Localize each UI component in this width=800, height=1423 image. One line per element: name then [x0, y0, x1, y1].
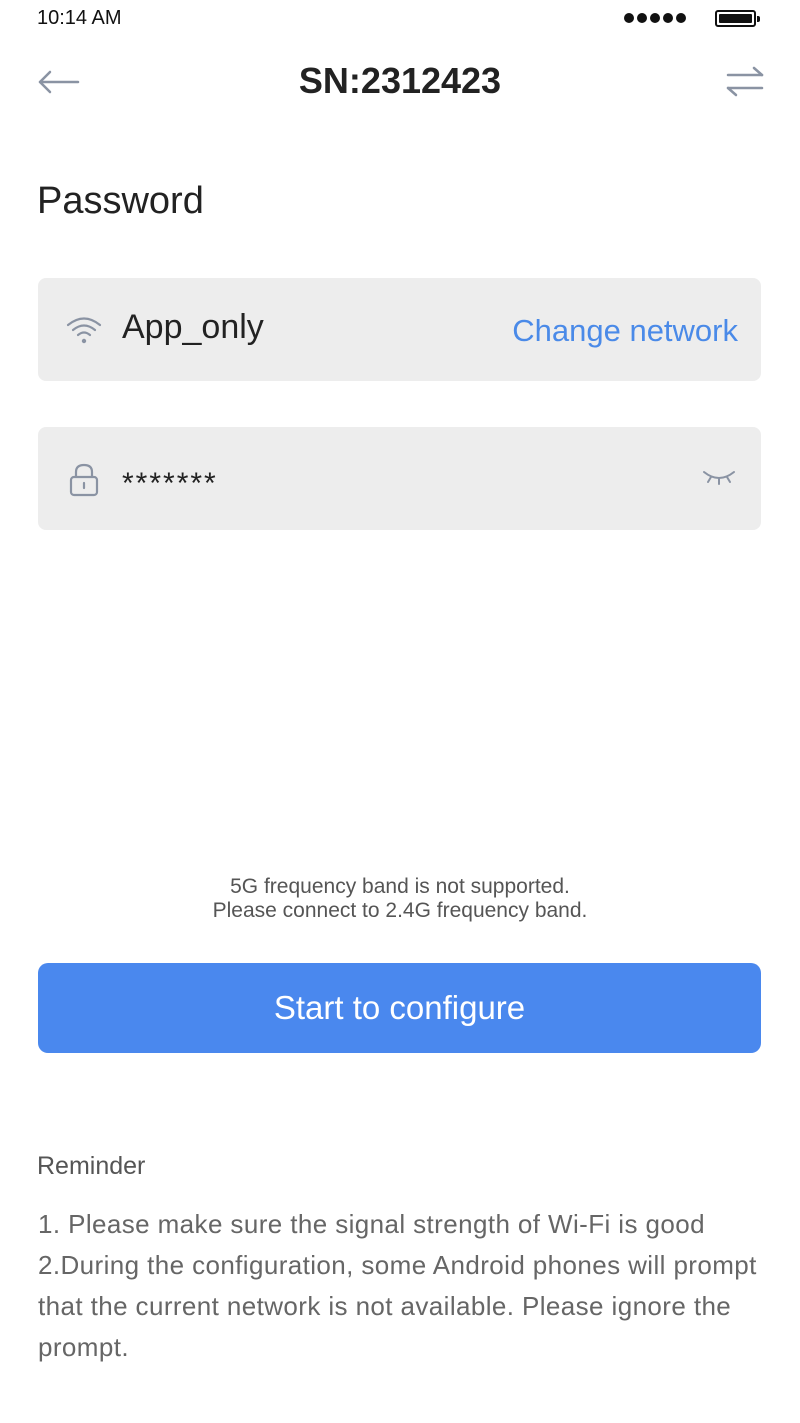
frequency-notice: 5G frequency band is not supported. Plea… — [0, 875, 800, 923]
toggle-password-visibility-button[interactable] — [699, 462, 739, 492]
reminder-line-1: 1. Please make sure the signal strength … — [38, 1209, 705, 1239]
eye-closed-icon — [703, 471, 735, 485]
section-title: Password — [37, 180, 204, 222]
start-configure-button[interactable]: Start to configure — [38, 963, 761, 1053]
status-time: 10:14 AM — [37, 7, 122, 29]
reminder-text: 1. Please make sure the signal strength … — [38, 1204, 768, 1368]
swap-arrows-icon — [726, 66, 764, 97]
status-bar: 10:14 AM — [0, 0, 800, 40]
switch-device-button[interactable] — [720, 60, 770, 104]
nav-bar: SN:2312423 — [0, 50, 800, 114]
lock-icon — [69, 463, 99, 497]
signal-dots-icon — [624, 13, 686, 23]
notice-line-1: 5G frequency band is not supported. — [230, 875, 570, 898]
password-input[interactable] — [122, 467, 682, 501]
page-title: SN:2312423 — [298, 60, 502, 101]
battery-icon — [715, 10, 760, 27]
change-network-link[interactable]: Change network — [512, 313, 738, 349]
network-field: App_only Change network — [38, 278, 761, 381]
reminder-title: Reminder — [37, 1152, 146, 1180]
network-name: App_only — [122, 308, 264, 346]
reminder-line-2: 2.During the configuration, some Android… — [38, 1250, 757, 1362]
wifi-icon — [66, 317, 102, 344]
notice-line-2: Please connect to 2.4G frequency band. — [212, 899, 588, 922]
password-field[interactable] — [38, 427, 761, 530]
